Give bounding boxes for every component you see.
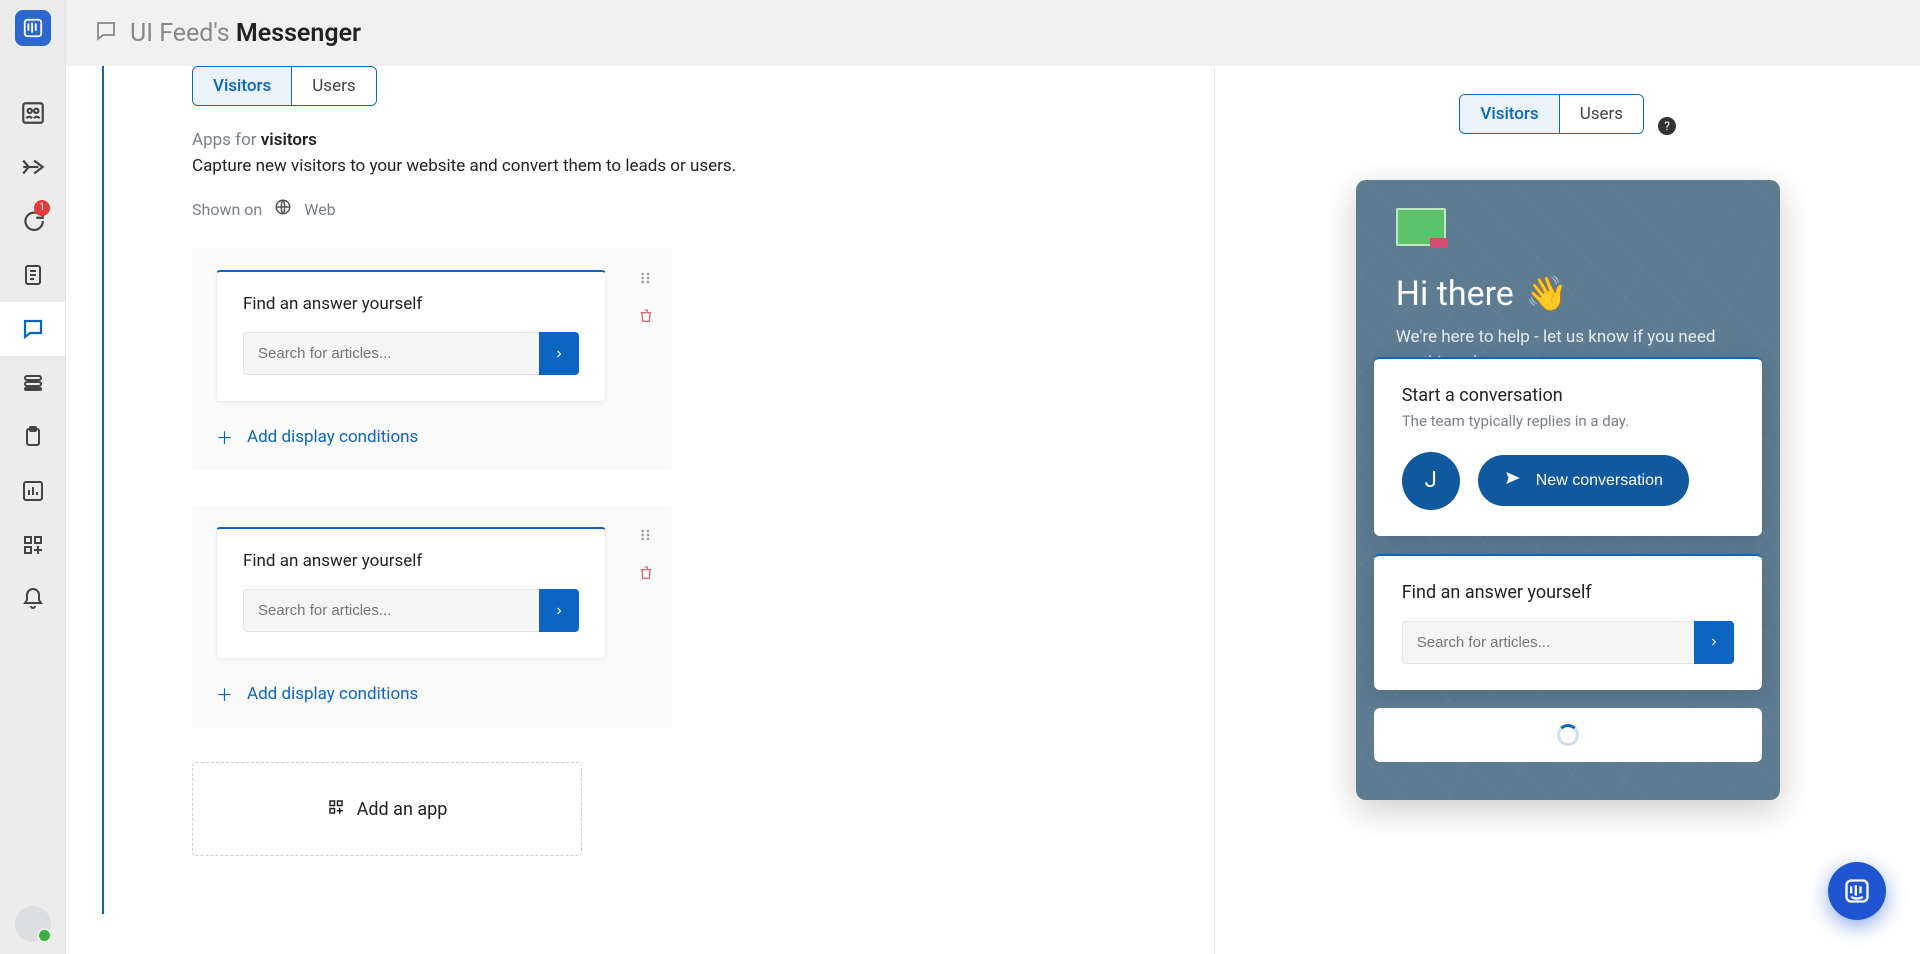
chart-icon (20, 478, 46, 504)
messenger-launcher-button[interactable] (1828, 862, 1886, 920)
apps-grid-icon (327, 798, 345, 821)
stacked-icon (20, 370, 46, 396)
editor-panel: Visitors Users Apps for visitors Capture… (66, 66, 1215, 954)
apps-for-heading: Apps for visitors (192, 130, 862, 150)
globe-icon (274, 198, 292, 220)
spinner-icon (1557, 724, 1579, 746)
preview-toggle-visitors[interactable]: Visitors (1460, 95, 1558, 133)
messenger-preview: Hi there 👋 We're here to help - let us k… (1356, 180, 1780, 800)
card-title: Find an answer yourself (243, 551, 579, 571)
sidebar-item-tasks[interactable] (0, 410, 65, 464)
chevron-right-icon: › (1711, 633, 1716, 650)
sidebar-item-inbox[interactable]: 1 (0, 194, 65, 248)
sidebar-item-apps[interactable] (0, 518, 65, 572)
messenger-icon (20, 316, 46, 342)
sidebar-item-outbound[interactable] (0, 140, 65, 194)
find-answer-title: Find an answer yourself (1402, 582, 1734, 603)
chevron-right-icon: › (556, 345, 561, 362)
sidebar-item-bots[interactable] (0, 356, 65, 410)
clipboard-icon (20, 424, 46, 450)
send-icon (1504, 469, 1522, 492)
workspace-logo (1396, 208, 1446, 246)
start-conversation-card: Start a conversation The team typically … (1374, 357, 1762, 536)
search-input[interactable] (243, 589, 539, 632)
sidebar-item-articles[interactable] (0, 248, 65, 302)
reply-time-text: The team typically replies in a day. (1402, 412, 1734, 430)
page-title: UI Feed's Messenger (130, 19, 361, 48)
article-search-card-2[interactable]: Find an answer yourself › (216, 527, 606, 659)
toggle-visitors[interactable]: Visitors (193, 67, 291, 105)
apps-grid-icon (20, 532, 46, 558)
sidebar-item-messenger[interactable] (0, 302, 65, 356)
plus-icon: ＋ (216, 681, 233, 706)
search-submit-button[interactable]: › (539, 589, 579, 632)
start-conv-title: Start a conversation (1402, 385, 1734, 406)
operator-avatar: J (1402, 452, 1460, 510)
preview-search-submit[interactable]: › (1694, 621, 1734, 664)
left-sidebar: 1 (0, 0, 66, 954)
user-avatar[interactable] (15, 906, 51, 942)
help-icon[interactable]: ? (1658, 117, 1676, 135)
sidebar-item-platform[interactable] (0, 86, 65, 140)
apps-for-description: Capture new visitors to your website and… (192, 156, 862, 176)
bell-icon (20, 586, 46, 612)
card-title: Find an answer yourself (243, 294, 579, 314)
add-display-conditions-link[interactable]: ＋ Add display conditions (216, 424, 648, 449)
messenger-outline-icon (94, 19, 118, 47)
messenger-greeting: Hi there 👋 (1396, 274, 1740, 314)
app-block-2: Find an answer yourself › ＋ Add display … (192, 505, 672, 728)
inbox-badge: 1 (34, 200, 50, 216)
send-arrow-icon (20, 154, 46, 180)
people-icon (20, 100, 46, 126)
wave-emoji-icon: 👋 (1526, 274, 1568, 314)
trash-icon[interactable] (638, 565, 654, 585)
trash-icon[interactable] (638, 308, 654, 328)
article-search-card-1[interactable]: Find an answer yourself › (216, 270, 606, 402)
new-conversation-button[interactable]: New conversation (1478, 455, 1689, 506)
preview-audience-toggle: Visitors Users (1459, 94, 1644, 134)
sidebar-item-notifications[interactable] (0, 572, 65, 626)
page-header: UI Feed's Messenger (66, 0, 1920, 66)
audience-toggle: Visitors Users (192, 66, 377, 106)
drag-handle-icon[interactable] (638, 527, 654, 547)
preview-search-input[interactable] (1402, 621, 1694, 664)
article-icon (20, 262, 46, 288)
preview-panel: Visitors Users ? Hi there 👋 We're here t… (1215, 66, 1920, 954)
sidebar-item-reports[interactable] (0, 464, 65, 518)
preview-toggle-users[interactable]: Users (1559, 95, 1643, 133)
add-display-conditions-link[interactable]: ＋ Add display conditions (216, 681, 648, 706)
loading-card (1374, 708, 1762, 762)
drag-handle-icon[interactable] (638, 270, 654, 290)
intercom-logo-icon[interactable] (15, 10, 51, 46)
app-block-1: Find an answer yourself › ＋ Add display … (192, 248, 672, 471)
add-app-button[interactable]: Add an app (192, 762, 582, 856)
toggle-users[interactable]: Users (291, 67, 375, 105)
search-input[interactable] (243, 332, 539, 375)
article-search-preview-card: Find an answer yourself › (1374, 554, 1762, 690)
search-submit-button[interactable]: › (539, 332, 579, 375)
shown-on-row: Shown on Web (192, 198, 862, 220)
plus-icon: ＋ (216, 424, 233, 449)
chevron-right-icon: › (556, 602, 561, 619)
